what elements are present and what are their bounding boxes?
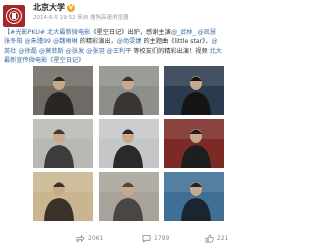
mention-link[interactable]: 张冬阳 (4, 38, 23, 45)
post-text-line: 最新宣传微电影《星空日记》 (4, 56, 261, 65)
share-button[interactable]: 2061 (76, 231, 103, 245)
text-segment: 的主题曲《little star》， (141, 38, 212, 46)
mention-link[interactable]: 北大 (210, 48, 222, 55)
post-text-line: 英社 @徐磊 @莫菲斯 @张发 @张羽 @王利平 等校友们的精彩出演！视频 北大 (4, 47, 261, 56)
share-icon (76, 234, 85, 243)
photo-man-red-room[interactable] (164, 119, 224, 168)
post-text: 【#光影PKU# 北大最新微电影《星空日记》出炉，感谢主演@_武林_ @凯慧 张冬… (4, 28, 261, 66)
mention-link[interactable]: 【#光影PKU# 北大最新微电影 (4, 29, 90, 36)
text-segment: 《星空日记》出炉，感谢主演 (90, 29, 171, 36)
photo-man-suit[interactable] (33, 172, 93, 221)
mention-link[interactable]: @凯慧 (198, 29, 217, 36)
post-meta: 2014-6-5 19:52 来自 搜狗高速浏览器 (33, 15, 129, 21)
mention-link[interactable]: @张羽 (86, 48, 105, 55)
verified-badge-icon: V (67, 4, 75, 12)
comment-button[interactable]: 1799 (142, 231, 169, 245)
mention-link[interactable]: @ (211, 38, 217, 45)
thumbs-up-icon (205, 234, 214, 243)
text-segment: 的精彩演出， (77, 38, 117, 46)
photo-man-glasses[interactable] (33, 66, 93, 115)
photo-figure-night[interactable] (164, 172, 224, 221)
mention-link[interactable]: @魏琳琳 (53, 38, 78, 45)
mention-link[interactable]: @尚雯婕 (117, 38, 142, 45)
avatar[interactable] (3, 5, 25, 27)
mention-link[interactable]: 最新宣传微电影《星空日记》 (4, 57, 84, 64)
post-text-line: 【#光影PKU# 北大最新微电影《星空日记》出炉，感谢主演@_武林_ @凯慧 (4, 28, 261, 37)
comment-count: 1799 (154, 234, 170, 242)
weibo-post: 北京大学 V 2014-6-5 19:52 来自 搜狗高速浏览器 【#光影PKU… (0, 0, 264, 247)
post-text-line: 张冬阳 @朱瑾99 @魏琳琳 的精彩演出，@尚雯婕 的主题曲《little st… (4, 37, 261, 46)
photo-girl-white[interactable] (99, 119, 159, 168)
mention-link[interactable]: @王利平 (107, 48, 132, 55)
comment-icon (142, 234, 151, 243)
mention-link[interactable]: @徐磊 (18, 48, 37, 55)
photo-campus-street[interactable] (99, 172, 159, 221)
photo-young-man[interactable] (99, 66, 159, 115)
image-grid (33, 66, 224, 221)
mention-link[interactable]: @朱瑾99 (25, 38, 51, 45)
mention-link[interactable]: @莫菲斯 (39, 48, 64, 55)
like-count: 221 (217, 234, 229, 242)
photo-man-stars[interactable] (164, 66, 224, 115)
share-count: 2061 (88, 234, 104, 242)
text-segment: 等校友们的精彩出演！视频 (131, 47, 210, 55)
photo-man-gray[interactable] (33, 119, 93, 168)
like-button[interactable]: 221 (205, 231, 228, 245)
author-name[interactable]: 北京大学 (33, 3, 65, 13)
mention-link[interactable]: @_武林_ (171, 29, 196, 36)
action-bar: 2061 1799 221 (0, 231, 264, 245)
university-seal-icon (6, 8, 22, 24)
post-header: 北京大学 V 2014-6-5 19:52 来自 搜狗高速浏览器 (0, 0, 264, 27)
mention-link[interactable]: 英社 (4, 48, 16, 55)
mention-link[interactable]: @张发 (66, 48, 85, 55)
